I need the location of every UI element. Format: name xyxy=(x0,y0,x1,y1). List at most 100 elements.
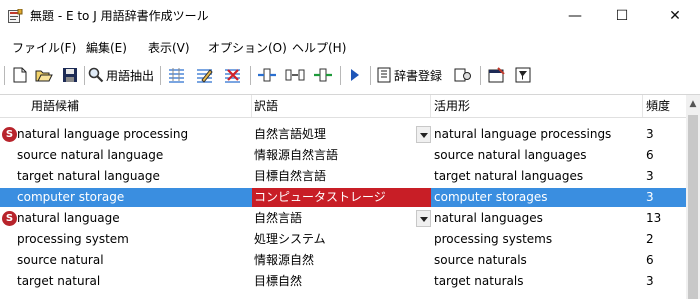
menu-bar: ファイル(F) 編集(E) 表示(V) オプション(O) ヘルプ(H) xyxy=(0,32,700,61)
inflection-cell[interactable]: target natural languages xyxy=(431,167,643,186)
menu-options[interactable]: オプション(O) xyxy=(208,41,287,55)
maximize-button[interactable]: ☐ xyxy=(599,0,645,32)
column-header-term[interactable]: 用語候補 xyxy=(0,95,252,117)
save-button[interactable] xyxy=(60,65,80,85)
close-button[interactable]: ✕ xyxy=(652,0,698,32)
frequency-cell[interactable]: 13 xyxy=(643,209,686,228)
frequency-cell[interactable]: 6 xyxy=(643,251,686,270)
scroll-up-arrow-icon[interactable]: ▲ xyxy=(686,95,700,113)
inflection-cell[interactable]: source naturals xyxy=(431,251,643,270)
list-add-icon xyxy=(169,68,184,83)
play-icon xyxy=(351,69,359,81)
table-row[interactable]: S natural language 自然言語 natural language… xyxy=(0,209,686,228)
translation-cell[interactable]: 情報源自然言語 xyxy=(252,146,431,165)
toolbar-grip xyxy=(4,66,5,85)
toolbar: 用語抽出 辞書登録 xyxy=(0,61,700,90)
translation-cell[interactable]: 情報源自然 xyxy=(252,251,431,270)
delete-candidate-button[interactable] xyxy=(222,65,244,85)
save-icon xyxy=(63,68,77,82)
minimize-button[interactable]: — xyxy=(552,0,598,32)
merge-column-button[interactable] xyxy=(312,65,334,85)
term-cell[interactable]: natural language processing xyxy=(0,125,252,144)
frequency-cell[interactable]: 3 xyxy=(643,167,686,186)
filter-icon xyxy=(515,67,531,83)
frequency-cell[interactable]: 3 xyxy=(643,272,686,291)
scrollbar-thumb[interactable] xyxy=(688,115,698,299)
edit-candidate-button[interactable] xyxy=(194,65,216,85)
properties-button[interactable] xyxy=(486,65,508,85)
table-row[interactable]: source natural 情報源自然 source naturals 6 xyxy=(0,251,686,270)
insert-column-button[interactable] xyxy=(256,65,278,85)
column-swap-icon xyxy=(285,69,305,81)
list-edit-icon xyxy=(197,69,213,83)
toolbar-separator xyxy=(160,66,161,85)
app-icon xyxy=(8,9,23,23)
frequency-cell[interactable]: 2 xyxy=(643,230,686,249)
term-cell[interactable]: target natural language xyxy=(0,167,252,186)
translation-dropdown-button[interactable] xyxy=(416,210,431,227)
magnifier-icon xyxy=(88,67,104,83)
translation-cell[interactable]: 自然言語処理 xyxy=(252,125,431,144)
translation-dropdown-button[interactable] xyxy=(416,126,431,143)
term-cell[interactable]: source natural language xyxy=(0,146,252,165)
list-delete-icon xyxy=(225,69,240,83)
open-file-button[interactable] xyxy=(34,65,54,85)
inflection-cell[interactable]: processing systems xyxy=(431,230,643,249)
table-row[interactable]: S natural language processing 自然言語処理 nat… xyxy=(0,125,686,144)
extract-terms-button[interactable]: 用語抽出 xyxy=(88,65,154,85)
menu-file[interactable]: ファイル(F) xyxy=(12,41,76,55)
translation-cell[interactable]: 目標自然言語 xyxy=(252,167,431,186)
column-header-inflection[interactable]: 活用形 xyxy=(431,95,643,117)
column-header-frequency[interactable]: 頻度 xyxy=(643,95,686,117)
properties-icon xyxy=(488,67,505,83)
menu-view[interactable]: 表示(V) xyxy=(148,41,190,55)
term-table: 用語候補 訳語 活用形 頻度 S natural language proces… xyxy=(0,94,700,299)
table-header: 用語候補 訳語 活用形 頻度 xyxy=(0,95,686,118)
run-button[interactable] xyxy=(346,65,364,85)
frequency-cell[interactable]: 6 xyxy=(643,146,686,165)
table-row-selected[interactable]: computer storage コンピュータストレージ computer st… xyxy=(0,188,686,207)
window-title: 無題 - E to J 用語辞書作成ツール xyxy=(30,9,209,23)
inflection-cell[interactable]: computer storages xyxy=(431,188,643,207)
dictionary-icon xyxy=(377,67,391,83)
register-dictionary-label: 辞書登録 xyxy=(394,68,443,83)
table-row[interactable]: processing system 処理システム processing syst… xyxy=(0,230,686,249)
translation-cell[interactable]: 処理システム xyxy=(252,230,431,249)
toolbar-separator xyxy=(84,66,85,85)
menu-help[interactable]: ヘルプ(H) xyxy=(292,41,346,55)
toolbar-separator xyxy=(370,66,371,85)
table-row[interactable]: source natural language 情報源自然言語 source n… xyxy=(0,146,686,165)
extract-terms-label: 用語抽出 xyxy=(105,68,154,83)
table-row[interactable]: target natural 目標自然 target naturals 3 xyxy=(0,272,686,291)
term-cell[interactable]: target natural xyxy=(0,272,252,291)
inflection-cell[interactable]: natural languages xyxy=(431,209,643,228)
term-cell[interactable]: source natural xyxy=(0,251,252,270)
dictionary-settings-button[interactable] xyxy=(452,65,474,85)
swap-column-button[interactable] xyxy=(284,65,306,85)
menu-edit[interactable]: 編集(E) xyxy=(86,41,127,55)
inflection-cell[interactable]: source natural languages xyxy=(431,146,643,165)
table-row[interactable]: target natural language 目標自然言語 target na… xyxy=(0,167,686,186)
term-cell[interactable]: processing system xyxy=(0,230,252,249)
translation-cell[interactable]: コンピュータストレージ xyxy=(252,188,431,207)
translation-cell[interactable]: 自然言語 xyxy=(252,209,431,228)
filter-button[interactable] xyxy=(512,65,534,85)
register-dictionary-button[interactable]: 辞書登録 xyxy=(376,65,448,85)
translation-cell[interactable]: 目標自然 xyxy=(252,272,431,291)
new-file-button[interactable] xyxy=(10,65,30,85)
column-header-translation[interactable]: 訳語 xyxy=(252,95,431,117)
new-file-icon xyxy=(13,67,27,83)
term-cell[interactable]: computer storage xyxy=(0,188,252,207)
toolbar-separator xyxy=(340,66,341,85)
frequency-cell[interactable]: 3 xyxy=(643,125,686,144)
title-bar: 無題 - E to J 用語辞書作成ツール — ☐ ✕ xyxy=(0,0,700,32)
frequency-cell[interactable]: 3 xyxy=(643,188,686,207)
toolbar-separator xyxy=(250,66,251,85)
vertical-scrollbar[interactable]: ▲ xyxy=(686,95,700,299)
toolbar-separator xyxy=(480,66,481,85)
column-merge-icon xyxy=(314,68,332,82)
term-cell[interactable]: natural language xyxy=(0,209,252,228)
inflection-cell[interactable]: target naturals xyxy=(431,272,643,291)
inflection-cell[interactable]: natural language processings xyxy=(431,125,643,144)
add-candidate-button[interactable] xyxy=(166,65,188,85)
